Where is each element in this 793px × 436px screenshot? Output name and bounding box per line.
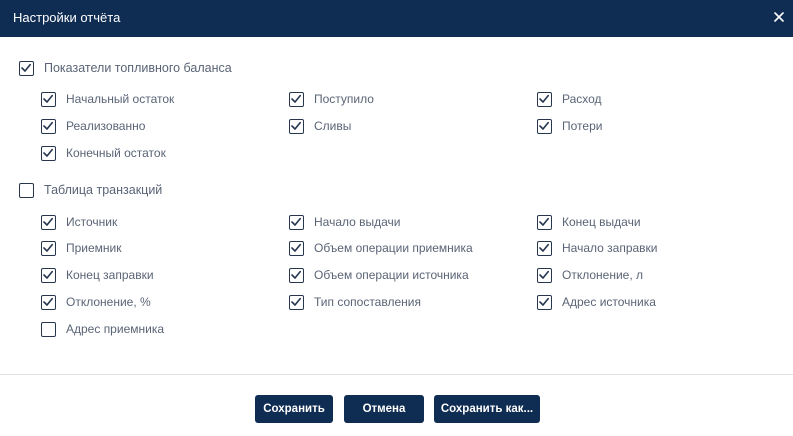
label-source-volume: Объем операции источника [314, 268, 469, 282]
footer-divider [0, 374, 793, 375]
checkbox-deviation-l[interactable] [537, 268, 552, 283]
checkbox-refuel-end[interactable] [41, 268, 56, 283]
close-icon[interactable] [771, 9, 787, 25]
dialog-title: Настройки отчёта [13, 10, 121, 25]
label-deviation-l: Отклонение, л [562, 268, 643, 282]
checkbox-source-address[interactable] [537, 295, 552, 310]
label-receiver-volume: Объем операции приемника [314, 241, 473, 255]
save-as-button[interactable]: Сохранить как... [434, 395, 540, 423]
checkbox-drains[interactable] [289, 119, 304, 134]
label-dispense-start: Начало выдачи [314, 215, 401, 229]
label-drains: Сливы [314, 119, 352, 133]
label-dispense-end: Конец выдачи [562, 215, 641, 229]
checkbox-consumption[interactable] [537, 92, 552, 107]
checkbox-received[interactable] [289, 92, 304, 107]
checkbox-losses[interactable] [537, 119, 552, 134]
checkbox-receiver-address[interactable] [41, 322, 56, 337]
label-refuel-end: Конец заправки [66, 268, 154, 282]
checkbox-dispense-end[interactable] [537, 215, 552, 230]
checkbox-source[interactable] [41, 215, 56, 230]
label-consumption: Расход [562, 92, 602, 106]
checkbox-refuel-start[interactable] [537, 241, 552, 256]
checkbox-initial-balance[interactable] [41, 92, 56, 107]
label-source-address: Адрес источника [562, 295, 656, 309]
checkbox-transactions[interactable] [19, 183, 34, 198]
checkbox-source-volume[interactable] [289, 268, 304, 283]
label-match-type: Тип сопоставления [314, 295, 421, 309]
checkbox-receiver[interactable] [41, 241, 56, 256]
cancel-button[interactable]: Отмена [344, 395, 424, 423]
label-deviation-percent: Отклонение, % [66, 295, 151, 309]
label-received: Поступило [314, 92, 374, 106]
checkbox-fuel-balance[interactable] [19, 61, 34, 76]
dialog-header: Настройки отчёта [0, 0, 793, 37]
checkbox-receiver-volume[interactable] [289, 241, 304, 256]
label-losses: Потери [562, 119, 603, 133]
checkbox-match-type[interactable] [289, 295, 304, 310]
label-receiver-address: Адрес приемника [66, 322, 165, 336]
checkbox-sold[interactable] [41, 119, 56, 134]
label-receiver: Приемник [66, 241, 122, 255]
checkbox-final-balance[interactable] [41, 146, 56, 161]
save-button[interactable]: Сохранить [255, 395, 333, 423]
label-initial-balance: Начальный остаток [66, 92, 175, 106]
label-refuel-start: Начало заправки [562, 241, 658, 255]
label-source: Источник [66, 215, 118, 229]
section-label-fuel-balance: Показатели топливного баланса [44, 61, 232, 75]
label-final-balance: Конечный остаток [66, 146, 166, 160]
checkbox-deviation-percent[interactable] [41, 295, 56, 310]
section-label-transactions: Таблица транзакций [44, 183, 163, 197]
checkbox-dispense-start[interactable] [289, 215, 304, 230]
label-sold: Реализованно [66, 119, 146, 133]
